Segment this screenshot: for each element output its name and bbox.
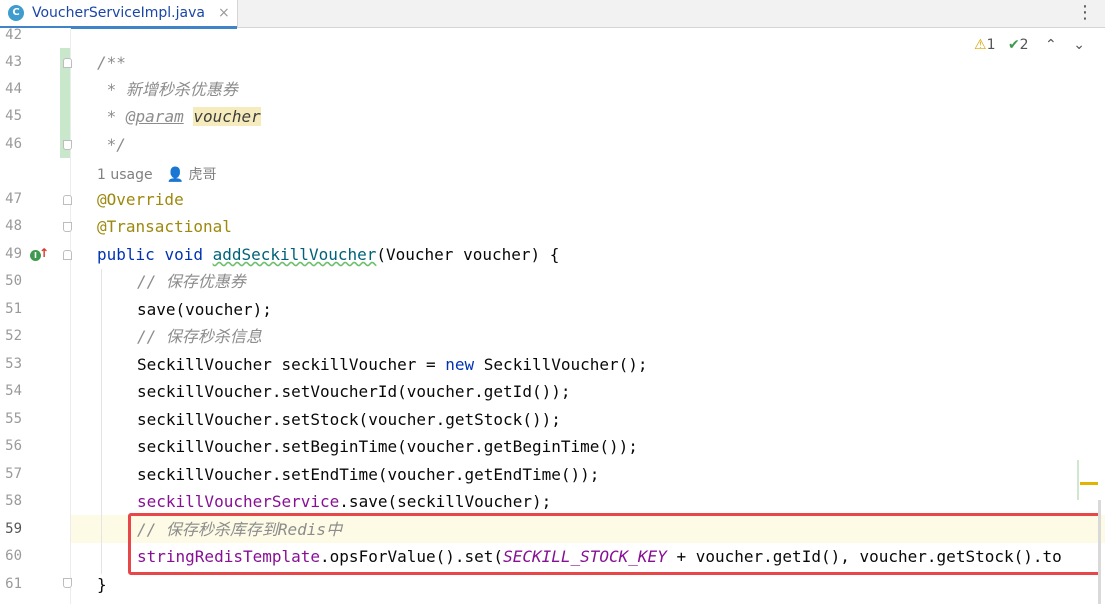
line-number: 58 bbox=[5, 493, 22, 509]
fold-end-icon[interactable] bbox=[63, 578, 72, 588]
ok-count[interactable]: 2 bbox=[1020, 37, 1029, 53]
keyword-new: new bbox=[445, 355, 475, 374]
code-line-46[interactable]: */ bbox=[97, 135, 126, 155]
code-line-56[interactable]: seckillVoucher.setBeginTime(voucher.getB… bbox=[137, 437, 638, 457]
code-line-45[interactable]: * @param voucher bbox=[97, 107, 261, 127]
fold-start-icon[interactable] bbox=[63, 195, 72, 205]
code-part: .save(seckillVoucher); bbox=[339, 492, 552, 511]
fold-start-icon[interactable] bbox=[63, 58, 72, 68]
java-class-icon: C bbox=[8, 5, 24, 21]
fold-start-icon[interactable] bbox=[63, 250, 72, 260]
line-number: 46 bbox=[5, 136, 22, 152]
doc-prefix: * bbox=[97, 107, 126, 126]
highlight-box bbox=[128, 513, 1101, 575]
code-line-49[interactable]: public void addSeckillVoucher(Voucher vo… bbox=[97, 245, 559, 265]
line-number: 53 bbox=[5, 356, 22, 372]
line-number: 56 bbox=[5, 438, 22, 454]
line-number: 52 bbox=[5, 328, 22, 344]
change-stripe bbox=[1077, 460, 1079, 500]
editor-tab-bar: C VoucherServiceImpl.java × ⋮ bbox=[0, 0, 1105, 29]
fold-end-icon[interactable] bbox=[63, 140, 72, 150]
line-number: 51 bbox=[5, 301, 22, 317]
code-line-51[interactable]: save(voucher); bbox=[137, 300, 272, 320]
param-name: voucher bbox=[193, 107, 261, 126]
doc-space bbox=[184, 107, 194, 126]
keyword-public: public bbox=[97, 245, 155, 264]
author-name: 虎哥 bbox=[188, 167, 217, 183]
line-number: 49 bbox=[5, 246, 22, 262]
code-line-61[interactable]: } bbox=[97, 575, 107, 595]
keyword-void: void bbox=[164, 245, 203, 264]
method-signature: (Voucher voucher) { bbox=[376, 245, 560, 264]
inspection-widget[interactable]: ⚠1 ✔2 ⌃ ⌄ bbox=[974, 37, 1085, 53]
line-number: 57 bbox=[5, 466, 22, 482]
author-icon: 👤 bbox=[166, 167, 185, 183]
indent-guide bbox=[101, 269, 102, 574]
code-part: SeckillVoucher(); bbox=[474, 355, 648, 374]
method-name: addSeckillVoucher bbox=[212, 245, 377, 264]
usage-count[interactable]: 1 usage bbox=[97, 167, 153, 183]
code-line-48[interactable]: @Transactional bbox=[97, 217, 232, 237]
line-number: 50 bbox=[5, 273, 22, 289]
code-line-58[interactable]: seckillVoucherService.save(seckillVouche… bbox=[137, 492, 551, 512]
line-number: 48 bbox=[5, 218, 22, 234]
code-part: SeckillVoucher seckillVoucher = bbox=[137, 355, 446, 374]
vertical-scrollbar[interactable] bbox=[1098, 500, 1101, 604]
line-number: 47 bbox=[5, 191, 22, 207]
line-number: 55 bbox=[5, 411, 22, 427]
code-line-54[interactable]: seckillVoucher.setVoucherId(voucher.getI… bbox=[137, 382, 570, 402]
check-icon[interactable]: ✔ bbox=[1008, 37, 1020, 53]
usage-inlay-hint[interactable]: 1 usage 👤 虎哥 bbox=[97, 164, 217, 184]
line-number: 61 bbox=[5, 576, 22, 592]
line-number: 45 bbox=[5, 108, 22, 124]
line-number: 60 bbox=[5, 548, 22, 564]
line-number: 44 bbox=[5, 81, 22, 97]
warning-stripe-marker[interactable] bbox=[1080, 482, 1098, 485]
javadoc-param-tag: @param bbox=[125, 107, 184, 126]
previous-highlight-icon[interactable]: ⌃ bbox=[1045, 37, 1057, 53]
code-line-52[interactable]: // 保存秒杀信息 bbox=[137, 327, 262, 347]
implements-method-icon[interactable]: I ↑ bbox=[30, 246, 49, 262]
file-tab[interactable]: C VoucherServiceImpl.java × bbox=[0, 0, 238, 29]
line-number: 42 bbox=[5, 27, 22, 43]
code-line-43[interactable]: /** bbox=[97, 53, 126, 73]
code-line-53[interactable]: SeckillVoucher seckillVoucher = new Seck… bbox=[137, 355, 648, 375]
line-number: 59 bbox=[5, 521, 22, 537]
line-number: 43 bbox=[5, 54, 22, 70]
more-options-icon[interactable]: ⋮ bbox=[1076, 2, 1094, 23]
code-line-57[interactable]: seckillVoucher.setEndTime(voucher.getEnd… bbox=[137, 465, 599, 485]
fold-end-icon[interactable] bbox=[63, 222, 72, 232]
field-reference: seckillVoucherService bbox=[137, 492, 340, 511]
next-highlight-icon[interactable]: ⌄ bbox=[1073, 37, 1085, 53]
tab-title[interactable]: VoucherServiceImpl.java bbox=[32, 5, 205, 21]
code-line-50[interactable]: // 保存优惠券 bbox=[137, 272, 246, 292]
warning-icon[interactable]: ⚠ bbox=[974, 37, 987, 53]
close-tab-icon[interactable]: × bbox=[218, 5, 230, 21]
line-number: 54 bbox=[5, 383, 22, 399]
code-line-55[interactable]: seckillVoucher.setStock(voucher.getStock… bbox=[137, 410, 561, 430]
code-line-47[interactable]: @Override bbox=[97, 190, 184, 210]
code-line-44[interactable]: * 新增秒杀优惠券 bbox=[97, 80, 238, 100]
warning-count[interactable]: 1 bbox=[987, 37, 996, 53]
